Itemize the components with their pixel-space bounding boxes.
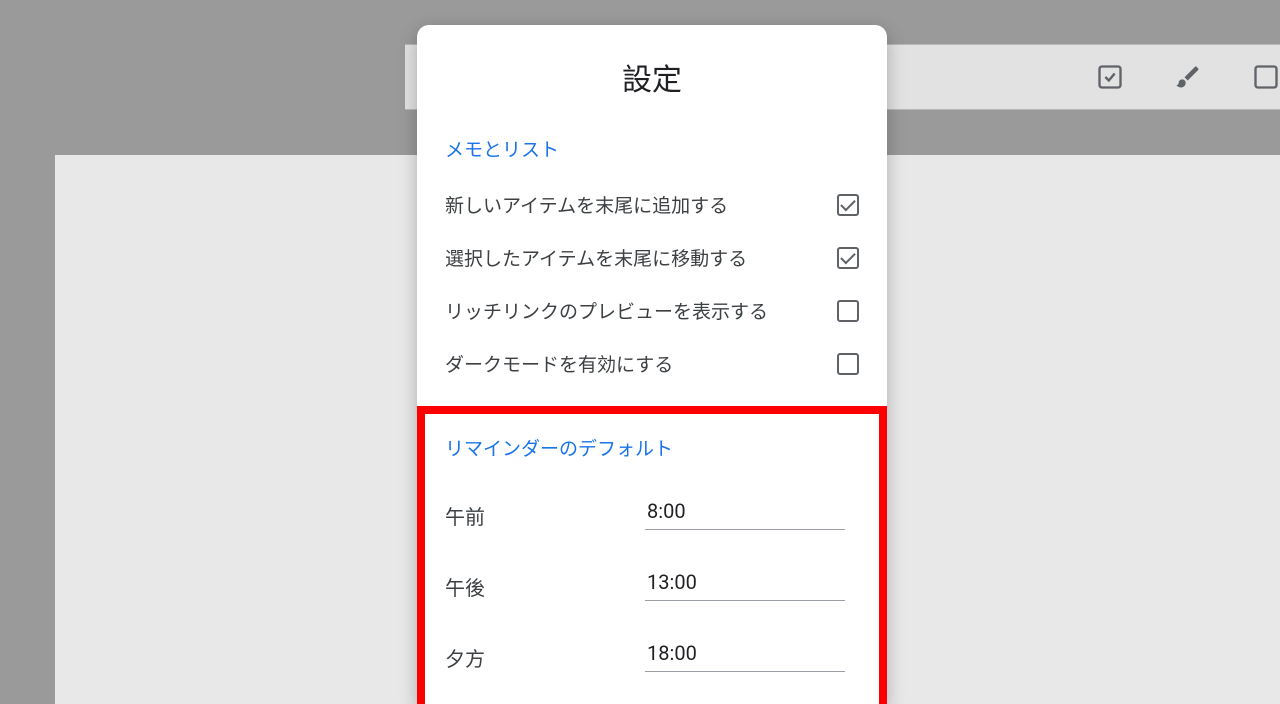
setting-row-move-to-end: 選択したアイテムを末尾に移動する [445, 231, 859, 284]
setting-label: 新しいアイテムを末尾に追加する [445, 191, 728, 218]
checkbox-toolbar-icon[interactable] [1096, 63, 1124, 91]
checkbox-add-to-end[interactable] [837, 194, 859, 216]
checkbox-move-to-end[interactable] [837, 247, 859, 269]
reminder-row-afternoon: 午後 [445, 548, 859, 619]
brush-toolbar-icon[interactable] [1174, 63, 1202, 91]
checkbox-dark-mode[interactable] [837, 353, 859, 375]
reminder-label: 夕方 [445, 643, 645, 672]
settings-modal: 設定 メモとリスト 新しいアイテムを末尾に追加する 選択したアイテムを末尾に移動… [417, 25, 887, 704]
reminder-time-afternoon[interactable] [645, 566, 845, 601]
checkbox-rich-links[interactable] [837, 300, 859, 322]
image-toolbar-icon[interactable] [1252, 63, 1280, 91]
reminder-time-morning[interactable] [645, 495, 845, 530]
reminder-label: 午後 [445, 572, 645, 601]
reminders-highlight-box: リマインダーのデフォルト 午前 午後 夕方 [417, 406, 887, 704]
setting-label: 選択したアイテムを末尾に移動する [445, 244, 747, 271]
notes-lists-header: メモとリスト [445, 125, 859, 178]
reminders-header: リマインダーのデフォルト [445, 424, 859, 477]
setting-label: ダークモードを有効にする [445, 350, 673, 377]
setting-label: リッチリンクのプレビューを表示する [445, 297, 768, 324]
setting-row-rich-links: リッチリンクのプレビューを表示する [445, 284, 859, 337]
reminder-row-morning: 午前 [445, 477, 859, 548]
reminder-row-evening: 夕方 [445, 619, 859, 690]
setting-row-dark-mode: ダークモードを有効にする [445, 337, 859, 390]
modal-title: 設定 [417, 25, 887, 125]
reminder-time-evening[interactable] [645, 637, 845, 672]
reminder-label: 午前 [445, 501, 645, 530]
setting-row-add-to-end: 新しいアイテムを末尾に追加する [445, 178, 859, 231]
notes-lists-section: メモとリスト 新しいアイテムを末尾に追加する 選択したアイテムを末尾に移動する … [417, 125, 887, 390]
